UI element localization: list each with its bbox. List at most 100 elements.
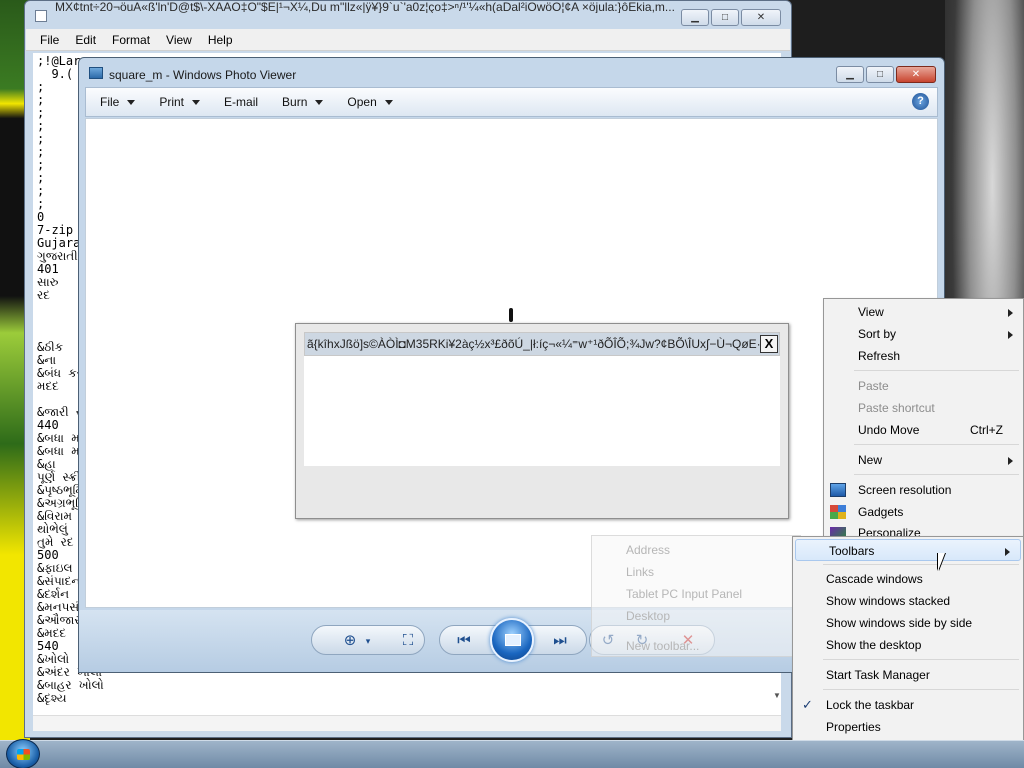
menu-item-undo-move[interactable]: Undo Move Ctrl+Z bbox=[824, 419, 1023, 441]
menu-item-view[interactable]: View bbox=[824, 301, 1023, 323]
toolbar-links[interactable]: Links bbox=[626, 565, 654, 579]
email-button[interactable]: E-mail bbox=[224, 95, 258, 109]
chevron-right-icon bbox=[1008, 331, 1013, 339]
burn-menu-button[interactable]: Burn bbox=[282, 95, 324, 109]
menu-separator bbox=[823, 564, 1019, 565]
menu-item-personalize[interactable]: Personalize bbox=[824, 523, 1023, 537]
desktop-context-menu: View Sort by Refresh Paste Paste shortcu… bbox=[823, 298, 1024, 538]
maximize-button[interactable]: □ bbox=[866, 66, 894, 83]
menu-item-label: Sort by bbox=[858, 327, 897, 341]
print-menu-button[interactable]: Print bbox=[159, 95, 201, 109]
gadgets-icon bbox=[830, 505, 846, 519]
menu-item-toolbars[interactable]: Toolbars bbox=[795, 539, 1021, 561]
previous-icon[interactable]: ⏮ bbox=[453, 632, 475, 650]
text-line: &દૃશ્ય bbox=[37, 691, 67, 705]
menu-item-label: Start Task Manager bbox=[826, 668, 930, 682]
actual-size-icon[interactable]: ⛶ bbox=[397, 632, 419, 650]
scroll-down-arrow-icon[interactable]: ▼ bbox=[769, 691, 785, 715]
taskbar-context-menu: Toolbars Cascade windows Show windows st… bbox=[792, 536, 1024, 741]
menu-separator bbox=[854, 370, 1019, 371]
menu-file[interactable]: File bbox=[34, 29, 65, 50]
menu-item-label: Show windows side by side bbox=[826, 616, 973, 630]
monitor-icon bbox=[830, 483, 846, 497]
menu-separator bbox=[854, 474, 1019, 475]
mouse-pointer-icon bbox=[938, 553, 945, 571]
dialog-body bbox=[304, 356, 780, 466]
menu-item-label: Screen resolution bbox=[858, 483, 952, 497]
menu-item-label: Undo Move bbox=[858, 423, 920, 437]
menu-item-label: Properties bbox=[826, 720, 881, 734]
menu-separator bbox=[823, 659, 1019, 660]
menu-item-sort-by[interactable]: Sort by bbox=[824, 323, 1023, 345]
menu-item-label: Refresh bbox=[858, 349, 901, 363]
notepad-titlebar[interactable]: MX¢tnt÷20¬öuA«ß'ln'D@t$\-XAAO‡O"$E|¹¬X¼,… bbox=[25, 1, 791, 26]
menu-item-paste[interactable]: Paste bbox=[824, 375, 1023, 397]
toolbar-desktop[interactable]: Desktop bbox=[626, 609, 670, 623]
menu-item-label: Toolbars bbox=[829, 544, 875, 558]
email-label: E-mail bbox=[224, 95, 259, 109]
taskbar[interactable] bbox=[0, 740, 1024, 768]
menu-item-label: Show the desktop bbox=[826, 638, 922, 652]
menu-item-label: New bbox=[858, 453, 883, 467]
close-button[interactable]: ✕ bbox=[741, 9, 781, 26]
burn-menu-label: Burn bbox=[282, 95, 308, 109]
text-line: &બાહર ખોલો bbox=[37, 678, 104, 692]
dialog-close-button[interactable]: X bbox=[760, 335, 778, 353]
toolbar-address[interactable]: Address bbox=[626, 543, 670, 557]
start-button[interactable] bbox=[6, 739, 40, 768]
print-menu-label: Print bbox=[159, 95, 185, 109]
menu-separator bbox=[823, 689, 1019, 690]
notepad-menubar: File Edit Format View Help bbox=[26, 29, 790, 51]
menu-item-label: Cascade windows bbox=[826, 572, 923, 586]
file-menu-label: File bbox=[100, 95, 120, 109]
menu-item-label: Paste bbox=[858, 379, 889, 393]
chevron-down-icon[interactable]: ▾ bbox=[357, 632, 379, 650]
chevron-right-icon bbox=[1005, 548, 1010, 556]
menu-view[interactable]: View bbox=[160, 29, 198, 50]
menu-item-gadgets[interactable]: Gadgets bbox=[824, 501, 1023, 523]
garbled-dialog: ã{kîhxJßö]s©ÀÒÌ◘M35RKi¥2àç½x³£ðõÚ_|ł:íç¬… bbox=[295, 323, 789, 519]
slideshow-icon bbox=[505, 634, 521, 646]
close-button[interactable]: ✕ bbox=[896, 66, 936, 83]
maximize-button[interactable]: □ bbox=[711, 9, 739, 26]
menu-item-screen-resolution[interactable]: Screen resolution bbox=[824, 479, 1023, 501]
open-menu-label: Open bbox=[347, 95, 377, 109]
open-menu-button[interactable]: Open bbox=[347, 95, 393, 109]
menu-help[interactable]: Help bbox=[202, 29, 239, 50]
menu-item-show-windows-stacked[interactable]: Show windows stacked bbox=[793, 590, 1023, 612]
text-cursor-icon bbox=[509, 308, 513, 322]
photo-viewer-icon bbox=[89, 67, 103, 79]
toolbars-submenu: Address Links Tablet PC Input Panel Desk… bbox=[591, 535, 801, 657]
photo-viewer-toolbar: File Print E-mail Burn Open ? bbox=[85, 87, 938, 117]
menu-item-label: Gadgets bbox=[858, 505, 904, 519]
menu-item-show-windows-side-by-side[interactable]: Show windows side by side bbox=[793, 612, 1023, 634]
toolbar-tablet-pc-input-panel[interactable]: Tablet PC Input Panel bbox=[626, 587, 742, 601]
file-menu-button[interactable]: File bbox=[100, 95, 136, 109]
toolbar-new-toolbar[interactable]: New toolbar... bbox=[626, 639, 699, 653]
menu-item-lock-taskbar[interactable]: ✓ Lock the taskbar bbox=[793, 694, 1023, 716]
menu-edit[interactable]: Edit bbox=[69, 29, 102, 50]
horizontal-scrollbar[interactable] bbox=[33, 715, 781, 731]
chevron-down-icon bbox=[192, 99, 201, 105]
next-icon[interactable]: ⏭ bbox=[549, 632, 571, 650]
minimize-button[interactable]: ▁ bbox=[681, 9, 709, 26]
chevron-right-icon bbox=[1008, 457, 1013, 465]
menu-item-new[interactable]: New bbox=[824, 449, 1023, 471]
menu-format[interactable]: Format bbox=[106, 29, 156, 50]
minimize-button[interactable]: ▁ bbox=[836, 66, 864, 83]
photo-viewer-title: square_m - Windows Photo Viewer bbox=[109, 68, 297, 82]
chevron-down-icon bbox=[315, 99, 324, 105]
chevron-right-icon bbox=[1008, 309, 1013, 317]
notepad-icon bbox=[35, 10, 47, 22]
menu-item-refresh[interactable]: Refresh bbox=[824, 345, 1023, 367]
checkmark-icon: ✓ bbox=[802, 697, 813, 712]
menu-item-cascade-windows[interactable]: Cascade windows bbox=[793, 568, 1023, 590]
menu-item-show-desktop[interactable]: Show the desktop bbox=[793, 634, 1023, 656]
help-icon[interactable]: ? bbox=[912, 93, 929, 110]
photo-viewer-titlebar[interactable]: square_m - Windows Photo Viewer ▁ □ ✕ bbox=[79, 58, 944, 88]
menu-item-properties[interactable]: Properties bbox=[793, 716, 1023, 738]
slideshow-button[interactable] bbox=[490, 618, 534, 662]
menu-item-paste-shortcut[interactable]: Paste shortcut bbox=[824, 397, 1023, 419]
menu-item-label: Show windows stacked bbox=[826, 594, 951, 608]
menu-item-start-task-manager[interactable]: Start Task Manager bbox=[793, 664, 1023, 686]
